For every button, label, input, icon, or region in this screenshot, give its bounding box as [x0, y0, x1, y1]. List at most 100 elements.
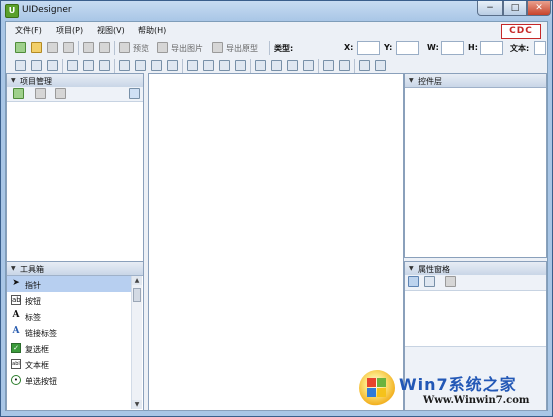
menu-help[interactable]: 帮助(H): [138, 25, 166, 36]
y-input[interactable]: [396, 41, 419, 55]
v-spacing-increase-icon[interactable]: [271, 60, 282, 71]
collapse-arrow-icon[interactable]: ▼: [11, 265, 16, 272]
align-right-icon[interactable]: [47, 60, 58, 71]
same-height-icon[interactable]: [135, 60, 146, 71]
pointer-icon: ➤: [12, 278, 20, 288]
scroll-up-icon[interactable]: ▲: [132, 276, 142, 285]
toolbox-item-label: 单选按钮: [25, 377, 57, 386]
design-canvas[interactable]: [148, 73, 404, 411]
redo-icon[interactable]: [99, 42, 110, 53]
open-folder-icon[interactable]: [31, 42, 42, 53]
watermark: Win7系统之家 Www.Winwin7.com: [359, 368, 549, 412]
pin-icon[interactable]: [129, 88, 140, 99]
categorized-icon[interactable]: [408, 276, 419, 287]
export-prototype-button[interactable]: 导出原型: [226, 43, 258, 54]
menu-bar: 文件(F) 项目(P) 视图(V) 帮助(H) CDC: [6, 22, 547, 39]
preview-icon[interactable]: [119, 42, 130, 53]
new-project-icon[interactable]: [15, 42, 26, 53]
center-vertical-icon[interactable]: [339, 60, 350, 71]
toolbox-panel-header[interactable]: ▼ 工具箱: [7, 262, 143, 276]
cdc-logo: CDC: [501, 24, 541, 39]
grid-icon[interactable]: [167, 60, 178, 71]
align-middle-icon[interactable]: [83, 60, 94, 71]
controls-layer-header[interactable]: ▼ 控件层: [405, 74, 546, 88]
toolbar-separator: [354, 59, 355, 73]
same-width-icon[interactable]: [119, 60, 130, 71]
h-spacing-decrease-icon[interactable]: [219, 60, 230, 71]
collapse-arrow-icon[interactable]: ▼: [409, 265, 414, 272]
h-label: H:: [468, 43, 478, 52]
close-button[interactable]: ✕: [527, 1, 551, 16]
properties-toolbar: [405, 275, 546, 291]
align-bottom-icon[interactable]: [99, 60, 110, 71]
save-icon[interactable]: [47, 42, 58, 53]
export-image-button[interactable]: 导出图片: [171, 43, 203, 54]
h-input[interactable]: [480, 41, 503, 55]
same-size-icon[interactable]: [151, 60, 162, 71]
toolbox-item-textbox[interactable]: abl 文本框: [7, 356, 133, 372]
title-bar[interactable]: U UIDesigner − □ ✕: [1, 1, 552, 21]
property-pages-icon[interactable]: [445, 276, 456, 287]
scroll-thumb[interactable]: [133, 288, 141, 302]
controls-layer-panel: ▼ 控件层: [404, 73, 547, 258]
v-spacing-decrease-icon[interactable]: [287, 60, 298, 71]
w-input[interactable]: [441, 41, 464, 55]
send-back-icon[interactable]: [375, 60, 386, 71]
maximize-button[interactable]: □: [503, 1, 527, 16]
menu-view[interactable]: 视图(V): [97, 25, 125, 36]
h-spacing-equal-icon[interactable]: [187, 60, 198, 71]
window-title: UIDesigner: [22, 5, 72, 15]
properties-panel-title: 属性窗格: [418, 265, 450, 274]
h-spacing-remove-icon[interactable]: [235, 60, 246, 71]
scroll-down-icon[interactable]: ▼: [132, 400, 142, 409]
h-spacing-increase-icon[interactable]: [203, 60, 214, 71]
toolbox-panel-title: 工具箱: [20, 265, 44, 274]
align-center-icon[interactable]: [31, 60, 42, 71]
toolbar-separator: [114, 41, 115, 55]
export-image-icon[interactable]: [157, 42, 168, 53]
sort-alpha-icon[interactable]: [424, 276, 435, 287]
project-panel-header[interactable]: ▼ 项目管理: [7, 74, 143, 88]
radio-icon: •: [11, 375, 21, 385]
minimize-button[interactable]: −: [477, 1, 503, 16]
text-input[interactable]: [534, 41, 546, 55]
label-icon: A: [12, 310, 20, 320]
delete-icon[interactable]: [55, 88, 66, 99]
toolbar-separator: [318, 59, 319, 73]
app-window: U UIDesigner − □ ✕ 文件(F) 项目(P) 视图(V) 帮助(…: [0, 0, 553, 417]
toolbox-item-label: 文本框: [25, 361, 49, 370]
add-page-icon[interactable]: [35, 88, 46, 99]
toolbox-panel: ▼ 工具箱 ➤ 指针 ab 按钮 A 标签 A 链接标签 ✓ 复选框 abl 文…: [6, 261, 144, 411]
export-prototype-icon[interactable]: [212, 42, 223, 53]
align-top-icon[interactable]: [67, 60, 78, 71]
preview-button[interactable]: 预览: [133, 43, 149, 54]
menu-project[interactable]: 项目(P): [56, 25, 83, 36]
collapse-arrow-icon[interactable]: ▼: [409, 77, 414, 84]
align-left-icon[interactable]: [15, 60, 26, 71]
toolbox-item-button[interactable]: ab 按钮: [7, 292, 133, 308]
client-area: 文件(F) 项目(P) 视图(V) 帮助(H) CDC 预览 导出图片 导出原型…: [5, 21, 548, 411]
add-project-icon[interactable]: [13, 88, 24, 99]
collapse-arrow-icon[interactable]: ▼: [11, 77, 16, 84]
properties-panel-header[interactable]: ▼ 属性窗格: [405, 262, 546, 276]
toolbox-item-label-control[interactable]: A 标签: [7, 308, 133, 324]
toolbox-item-link-label[interactable]: A 链接标签: [7, 324, 133, 340]
menu-file[interactable]: 文件(F): [15, 25, 42, 36]
v-spacing-remove-icon[interactable]: [303, 60, 314, 71]
save-all-icon[interactable]: [63, 42, 74, 53]
type-label: 类型:: [274, 44, 294, 53]
toolbox-scrollbar[interactable]: ▲ ▼: [131, 276, 142, 409]
main-toolbar: 预览 导出图片 导出原型 类型: X: Y: W: H: 文本:: [6, 39, 547, 57]
v-spacing-equal-icon[interactable]: [255, 60, 266, 71]
toolbar-separator: [250, 59, 251, 73]
undo-icon[interactable]: [83, 42, 94, 53]
toolbox-item-checkbox[interactable]: ✓ 复选框: [7, 340, 133, 356]
toolbox-item-pointer[interactable]: ➤ 指针: [7, 276, 133, 292]
y-label: Y:: [384, 43, 393, 52]
x-input[interactable]: [357, 41, 380, 55]
bring-front-icon[interactable]: [359, 60, 370, 71]
w-label: W:: [427, 43, 439, 52]
watermark-title: Win7系统之家: [399, 375, 517, 394]
toolbox-item-radio[interactable]: • 单选按钮: [7, 372, 133, 388]
center-horizontal-icon[interactable]: [323, 60, 334, 71]
